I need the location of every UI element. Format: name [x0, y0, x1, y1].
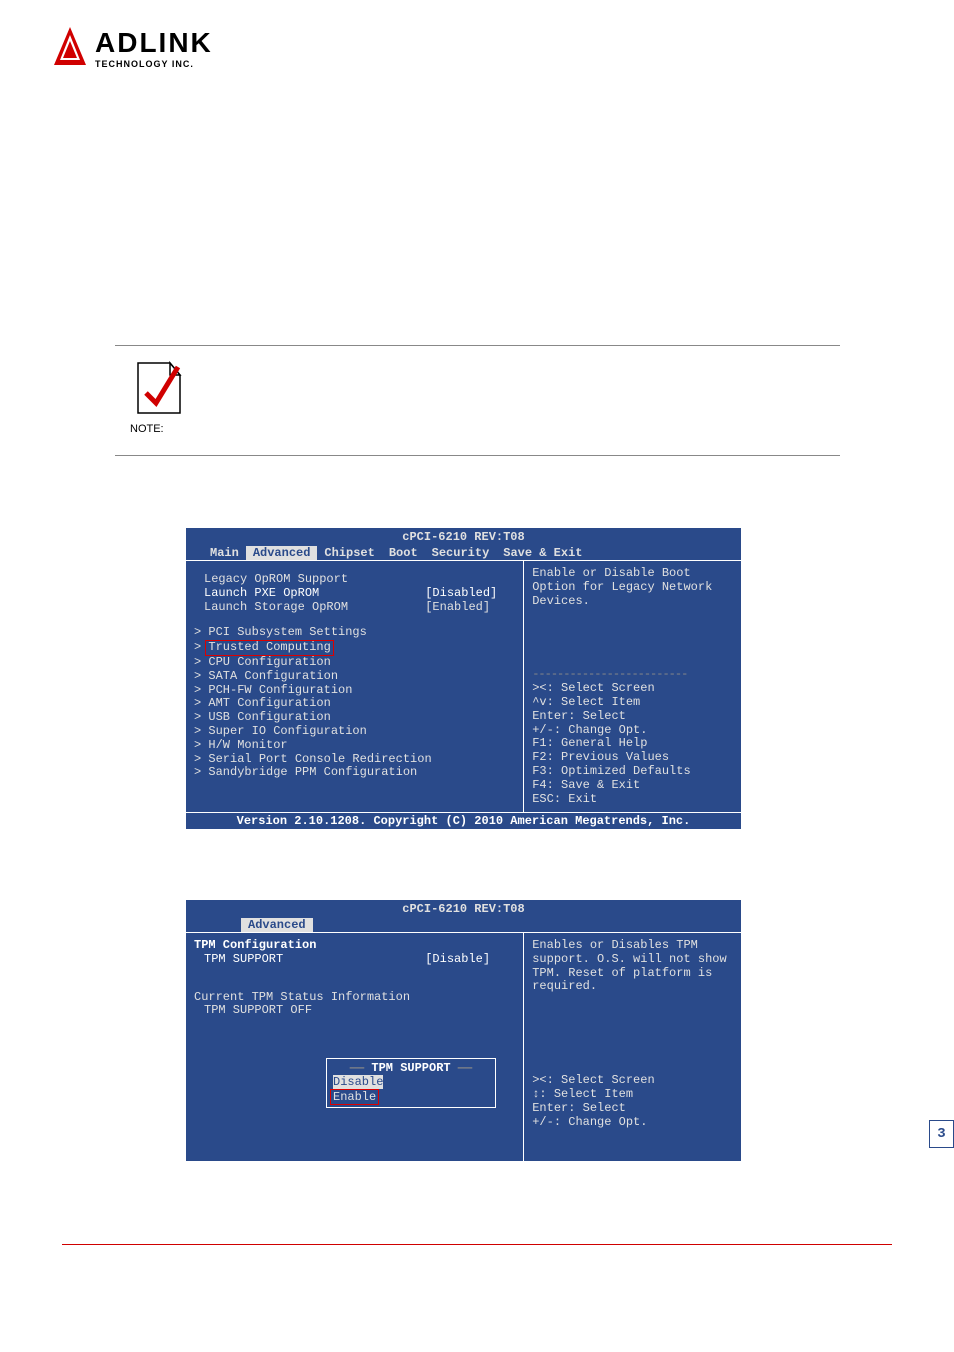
tpm-support-label: TPM SUPPORT	[204, 953, 425, 967]
bios-left-panel: TPM Configuration TPM SUPPORT [Disable] …	[186, 933, 524, 1161]
menu-advanced[interactable]: Advanced	[241, 918, 313, 932]
pxe-label: Launch PXE OpROM	[204, 587, 425, 601]
popup-option-disable[interactable]: Disable	[333, 1075, 489, 1089]
key-hint: Enter: Select	[532, 1102, 733, 1116]
note-label: NOTE:	[130, 423, 164, 435]
bios-top-menu: Advanced	[186, 918, 741, 932]
key-hint: +/-: Change Opt.	[532, 1116, 733, 1130]
menu-boot[interactable]: Boot	[382, 546, 425, 560]
logo-main-text: ADLINK	[95, 27, 213, 59]
popup-option-enable[interactable]: Enable	[333, 1089, 489, 1105]
submenu-pch-fw[interactable]: > PCH-FW Configuration	[194, 684, 515, 698]
key-hint: +/-: Change Opt.	[532, 724, 733, 738]
launch-pxe-oprom-row[interactable]: Launch PXE OpROM [Disabled]	[194, 587, 515, 601]
bios-footer: Version 2.10.1208. Copyright (C) 2010 Am…	[186, 813, 741, 829]
key-hint: F3: Optimized Defaults	[532, 765, 733, 779]
divider	[115, 345, 840, 346]
page-indicator: 3	[929, 1120, 954, 1148]
bios-right-panel: Enable or Disable Boot Option for Legacy…	[524, 561, 741, 812]
submenu-serial-console[interactable]: > Serial Port Console Redirection	[194, 753, 515, 767]
storage-value: [Enabled]	[425, 601, 515, 615]
submenu-cpu[interactable]: > CPU Configuration	[194, 656, 515, 670]
storage-label: Launch Storage OpROM	[204, 601, 425, 615]
key-hint: ><: Select Screen	[532, 682, 733, 696]
menu-security[interactable]: Security	[425, 546, 497, 560]
legacy-oprom-heading: Legacy OpROM Support	[194, 573, 515, 587]
footer-divider	[62, 1244, 892, 1245]
menu-advanced[interactable]: Advanced	[246, 546, 318, 560]
key-hint: F1: General Help	[532, 737, 733, 751]
key-hint: ^v: Select Item	[532, 696, 733, 710]
brand-logo: ADLINK TECHNOLOGY INC.	[50, 25, 213, 70]
bios-setup-screen-1: cPCI-6210 REV:T08 Main Advanced Chipset …	[186, 528, 741, 829]
note-icon	[130, 355, 185, 420]
bios-top-menu: Main Advanced Chipset Boot Security Save…	[186, 546, 741, 560]
launch-storage-oprom-row[interactable]: Launch Storage OpROM [Enabled]	[194, 601, 515, 615]
key-hint: F2: Previous Values	[532, 751, 733, 765]
separator: -------------------------	[532, 668, 733, 682]
context-help: Enable or Disable Boot Option for Legacy…	[532, 567, 733, 608]
bios-title: cPCI-6210 REV:T08	[186, 900, 741, 918]
tpm-support-popup: —— TPM SUPPORT —— Disable Enable	[326, 1058, 496, 1108]
bios-setup-screen-2: cPCI-6210 REV:T08 Advanced TPM Configura…	[186, 900, 741, 1162]
key-hint: F4: Save & Exit	[532, 779, 733, 793]
tpm-support-row[interactable]: TPM SUPPORT [Disable]	[194, 953, 515, 967]
tpm-support-value: [Disable]	[425, 953, 515, 967]
key-hint: ESC: Exit	[532, 793, 733, 807]
divider	[115, 455, 840, 456]
bios-left-panel: Legacy OpROM Support Launch PXE OpROM [D…	[186, 561, 524, 812]
menu-save-exit[interactable]: Save & Exit	[496, 546, 589, 560]
menu-main[interactable]: Main	[203, 546, 246, 560]
logo-mark-icon	[50, 25, 90, 70]
tpm-status-line: TPM SUPPORT OFF	[194, 1004, 515, 1018]
popup-title: —— TPM SUPPORT ——	[333, 1061, 489, 1075]
bios-title: cPCI-6210 REV:T08	[186, 528, 741, 546]
submenu-sandybridge[interactable]: > Sandybridge PPM Configuration	[194, 766, 515, 780]
submenu-amt[interactable]: > AMT Configuration	[194, 697, 515, 711]
tpm-config-heading: TPM Configuration	[194, 939, 515, 953]
submenu-pci[interactable]: > PCI Subsystem Settings	[194, 626, 515, 640]
submenu-super-io[interactable]: > Super IO Configuration	[194, 725, 515, 739]
submenu-usb[interactable]: > USB Configuration	[194, 711, 515, 725]
logo-sub-text: TECHNOLOGY INC.	[95, 59, 213, 69]
pxe-value: [Disabled]	[425, 587, 515, 601]
key-hint: ↕: Select Item	[532, 1088, 733, 1102]
key-hint: ><: Select Screen	[532, 1074, 733, 1088]
bios-right-panel: Enables or Disables TPM support. O.S. wi…	[524, 933, 741, 1161]
submenu-sata[interactable]: > SATA Configuration	[194, 670, 515, 684]
key-hint: Enter: Select	[532, 710, 733, 724]
submenu-hw-monitor[interactable]: > H/W Monitor	[194, 739, 515, 753]
tpm-status-heading: Current TPM Status Information	[194, 991, 515, 1005]
context-help: Enables or Disables TPM support. O.S. wi…	[532, 939, 733, 994]
menu-chipset[interactable]: Chipset	[317, 546, 381, 560]
submenu-trusted-computing[interactable]: > Trusted Computing	[194, 640, 515, 656]
